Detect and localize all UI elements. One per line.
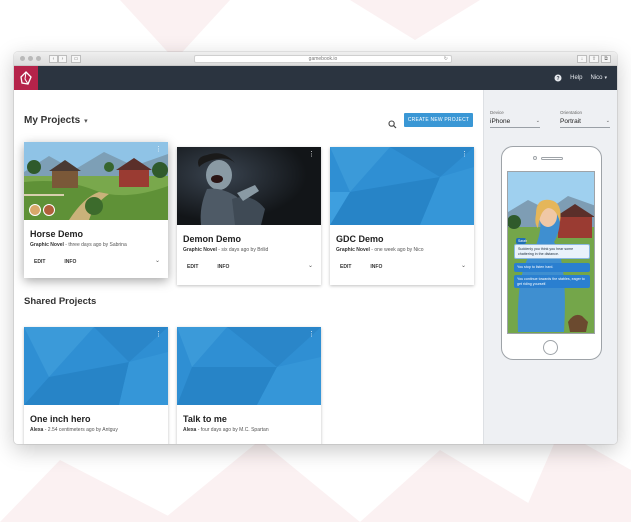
project-thumbnail[interactable]: ⋮ (24, 327, 168, 405)
orientation-select[interactable]: Portrait ⌄ (560, 118, 610, 128)
edit-button[interactable]: EDIT (34, 259, 45, 265)
chevron-down-icon: ▾ (84, 118, 88, 125)
share-icon[interactable]: ⇧ (589, 55, 599, 63)
gamebook-logo-icon[interactable] (14, 66, 38, 90)
more-options-icon[interactable]: ⋮ (155, 146, 162, 153)
project-thumbnail[interactable]: ⋮ (330, 147, 474, 225)
shared-projects-title: Shared Projects (24, 296, 97, 307)
more-options-icon[interactable]: ⋮ (155, 331, 162, 338)
info-button[interactable]: INFO (217, 264, 229, 270)
project-card-gdc-demo[interactable]: ⋮ GDC Demo Graphic Novel - one week ago … (330, 147, 474, 285)
browser-titlebar: ‹ › ▭ gamebook.io ↻ ↓ ⇧ ⧉ (14, 52, 617, 66)
url-text: gamebook.io (308, 56, 338, 62)
project-title: Talk to me (183, 414, 227, 424)
dialogue-bubble: Suddenly you think you hear some chatter… (514, 244, 590, 259)
project-thumbnail[interactable]: ⋮ (177, 327, 321, 405)
user-menu[interactable]: Nico ▾ (590, 75, 607, 81)
orientation-value: Portrait (560, 118, 581, 125)
info-button[interactable]: INFO (370, 264, 382, 270)
page-title: My Projects (24, 115, 81, 126)
address-bar[interactable]: gamebook.io ↻ (194, 55, 452, 63)
speaker (541, 157, 563, 160)
zoom-dot[interactable] (36, 56, 41, 61)
project-meta: Graphic Novel - three days ago by Sabrin… (30, 242, 127, 248)
chevron-down-icon: ⌄ (605, 118, 610, 124)
search-icon[interactable] (388, 116, 397, 134)
download-icon[interactable]: ↓ (577, 55, 587, 63)
edit-button[interactable]: EDIT (340, 264, 351, 270)
more-options-icon[interactable]: ⋮ (461, 151, 468, 158)
svg-text:?: ? (557, 76, 560, 82)
help-icon[interactable]: ? (554, 69, 562, 87)
my-projects-dropdown[interactable]: My Projects ▾ (24, 115, 88, 126)
project-card-demon-demo[interactable]: ⋮ Demon Demo Graphic Novel - six days ag… (177, 147, 321, 285)
project-meta: Alexa - 2.54 centimeters ago by Antguy (30, 427, 118, 433)
forward-button[interactable]: › (58, 54, 67, 63)
create-new-project-button[interactable]: CREATE NEW PROJECT (404, 113, 473, 127)
sidebar-toggle-icon[interactable]: ▭ (71, 54, 81, 63)
tabs-icon[interactable]: ⧉ (601, 55, 611, 63)
avatar (43, 204, 55, 216)
project-card-horse-demo[interactable]: ⋮ Horse Demo Graphic Novel - three days … (24, 142, 168, 278)
more-options-icon[interactable]: ⋮ (308, 151, 315, 158)
chevron-down-icon: ▾ (604, 75, 607, 81)
project-meta: Graphic Novel - one week ago by Nico (336, 247, 424, 253)
back-button[interactable]: ‹ (49, 54, 58, 63)
browser-window: ‹ › ▭ gamebook.io ↻ ↓ ⇧ ⧉ ? Help Nico▾ (14, 52, 617, 444)
project-card-talk-to-me[interactable]: ⋮ Talk to me Alexa - four days ago by M.… (177, 327, 321, 444)
project-thumbnail[interactable]: ⋮ (177, 147, 321, 225)
project-title: One inch hero (30, 414, 91, 424)
choice-button[interactable]: You continue towards the stables, eager … (514, 275, 590, 288)
projects-area: My Projects ▾ CREATE NEW PROJECT ⋮ Horse… (14, 90, 484, 444)
chevron-down-icon[interactable]: ⌄ (155, 257, 160, 264)
project-title: Horse Demo (30, 229, 84, 239)
window-controls[interactable] (20, 56, 41, 61)
reload-icon[interactable]: ↻ (444, 56, 448, 63)
help-link[interactable]: Help (570, 75, 582, 81)
collaborator-avatars (29, 204, 55, 216)
more-options-icon[interactable]: ⋮ (308, 331, 315, 338)
device-value: iPhone (490, 118, 511, 125)
project-meta: Alexa - four days ago by M.C. Spartan (183, 427, 269, 433)
project-title: Demon Demo (183, 234, 242, 244)
preview-screen[interactable]: Sarah Suddenly you think you hear some c… (507, 171, 595, 334)
project-title: GDC Demo (336, 234, 384, 244)
chevron-down-icon[interactable]: ⌄ (308, 262, 313, 269)
device-label: Device (490, 110, 504, 115)
camera-icon (533, 156, 537, 160)
edit-button[interactable]: EDIT (187, 264, 198, 270)
project-thumbnail[interactable]: ⋮ (24, 142, 168, 220)
info-button[interactable]: INFO (64, 259, 76, 265)
phone-frame: Sarah Suddenly you think you hear some c… (501, 146, 602, 360)
choice-button[interactable]: You stop to listen hard. (514, 263, 590, 272)
orientation-label: Orientation (560, 110, 583, 115)
app-header: ? Help Nico ▾ (14, 66, 617, 90)
device-preview-panel: Device iPhone ⌄ Orientation Portrait ⌄ S… (483, 90, 617, 444)
home-button[interactable] (543, 340, 558, 355)
close-dot[interactable] (20, 56, 25, 61)
chevron-down-icon[interactable]: ⌄ (461, 262, 466, 269)
project-card-one-inch-hero[interactable]: ⋮ One inch hero Alexa - 2.54 centimeters… (24, 327, 168, 444)
project-meta: Graphic Novel - six days ago by Brilid (183, 247, 269, 253)
user-name: Nico (590, 75, 603, 81)
chevron-down-icon: ⌄ (535, 118, 540, 124)
device-select[interactable]: iPhone ⌄ (490, 118, 540, 128)
minimize-dot[interactable] (28, 56, 33, 61)
avatar (29, 204, 41, 216)
